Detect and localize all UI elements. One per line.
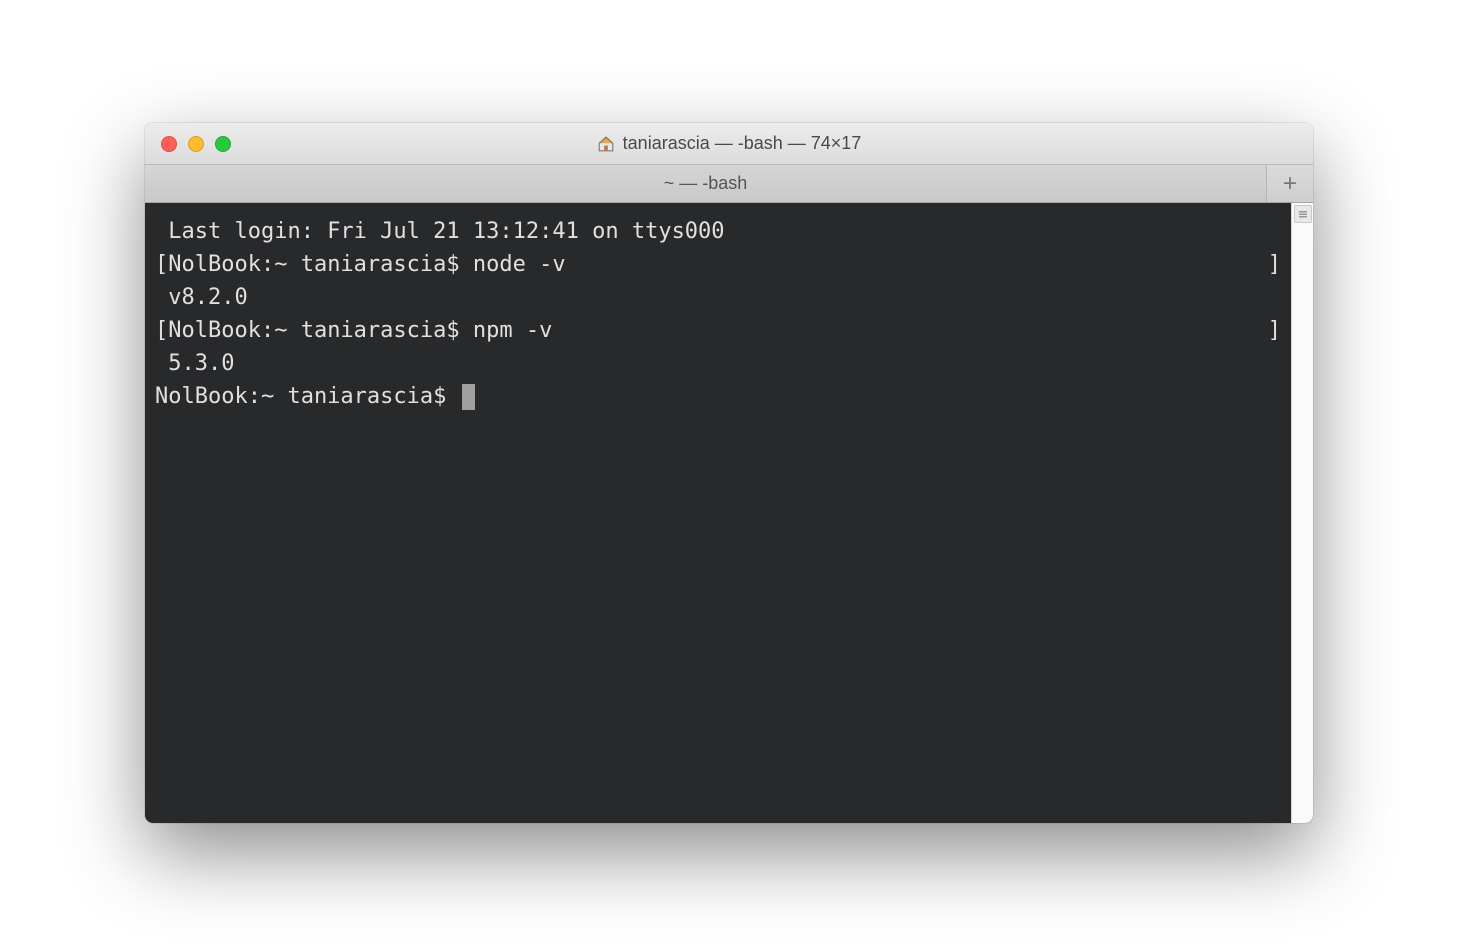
current-prompt-line: NolBook:~ taniarascia$ (155, 380, 1281, 413)
output-text: 5.3.0 (168, 351, 234, 376)
output-line-2: 5.3.0 (155, 347, 1281, 380)
command-line-2: [NolBook:~ taniarascia$ npm -v] (155, 314, 1281, 347)
output-line-1: v8.2.0 (155, 281, 1281, 314)
bracket-left: [ (155, 252, 168, 277)
bracket-right: ] (1268, 314, 1281, 347)
shell-prompt: NolBook:~ taniarascia$ (168, 252, 459, 277)
window-controls (145, 136, 231, 152)
tab-bar: ~ — -bash + (145, 165, 1313, 203)
maximize-button[interactable] (215, 136, 231, 152)
home-icon (597, 135, 615, 153)
titlebar[interactable]: taniarascia — -bash — 74×17 (145, 123, 1313, 165)
vertical-scrollbar[interactable] (1291, 203, 1313, 823)
terminal-output[interactable]: Last login: Fri Jul 21 13:12:41 on ttys0… (145, 203, 1291, 823)
shell-prompt: NolBook:~ taniarascia$ (155, 380, 460, 413)
close-button[interactable] (161, 136, 177, 152)
terminal-body: Last login: Fri Jul 21 13:12:41 on ttys0… (145, 203, 1313, 823)
tab-label: ~ — -bash (664, 173, 748, 194)
minimize-button[interactable] (188, 136, 204, 152)
cursor (462, 384, 475, 410)
bracket-left: [ (155, 318, 168, 343)
window-title: taniarascia — -bash — 74×17 (623, 133, 862, 154)
new-tab-button[interactable]: + (1267, 165, 1313, 202)
bracket-right: ] (1268, 248, 1281, 281)
motd-line: Last login: Fri Jul 21 13:12:41 on ttys0… (155, 215, 1281, 248)
terminal-window: taniarascia — -bash — 74×17 ~ — -bash + … (145, 123, 1313, 823)
command-line-1: [NolBook:~ taniarascia$ node -v] (155, 248, 1281, 281)
command-text: node -v (473, 252, 566, 277)
scroll-indicator-icon (1294, 205, 1312, 223)
tab-active[interactable]: ~ — -bash (145, 165, 1267, 202)
motd-text: Last login: Fri Jul 21 13:12:41 on ttys0… (168, 219, 724, 244)
shell-prompt: NolBook:~ taniarascia$ (168, 318, 459, 343)
plus-icon: + (1283, 170, 1297, 198)
output-text: v8.2.0 (168, 285, 247, 310)
command-text: npm -v (473, 318, 552, 343)
window-title-area: taniarascia — -bash — 74×17 (145, 133, 1313, 154)
